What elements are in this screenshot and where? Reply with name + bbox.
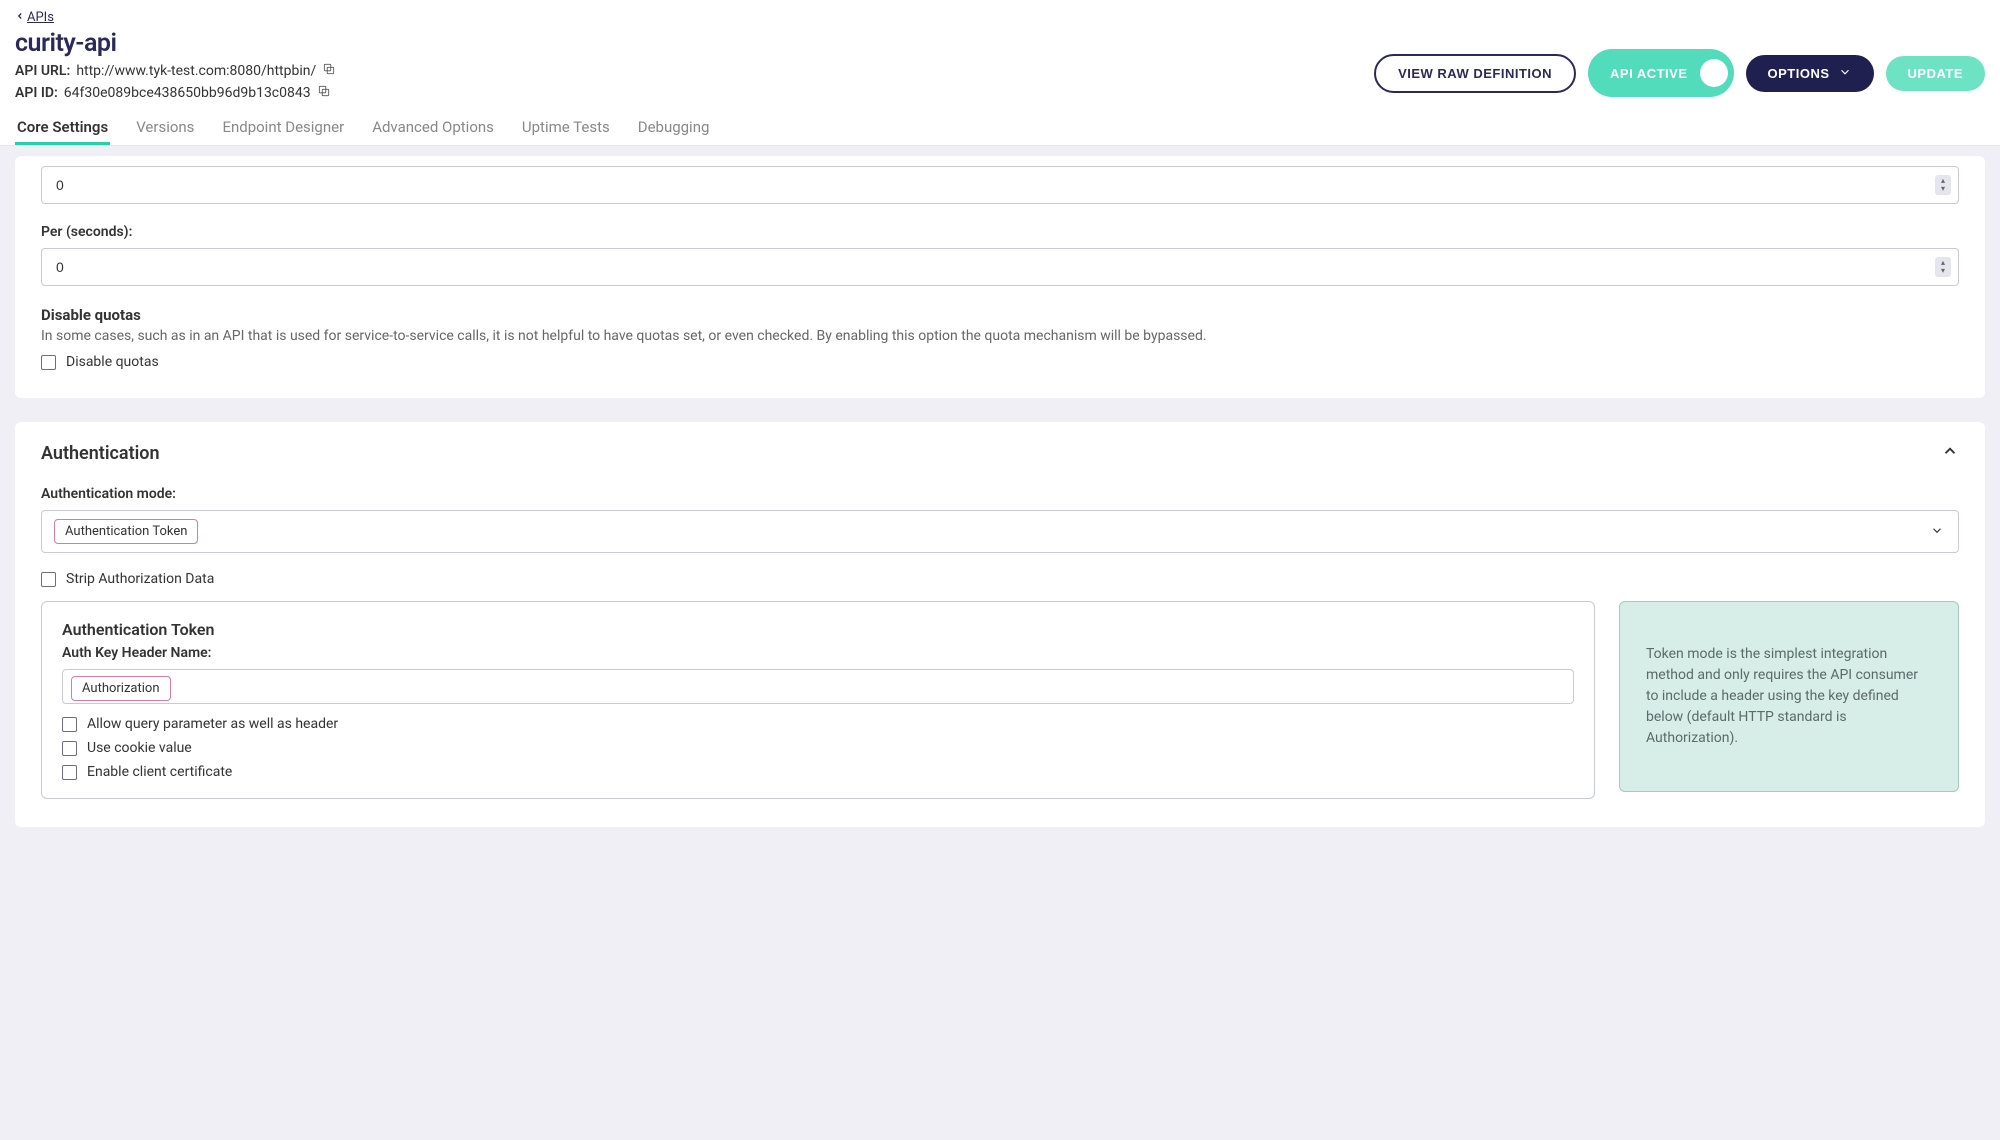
opt-cert-label: Enable client certificate: [87, 764, 232, 780]
copy-icon[interactable]: [317, 84, 331, 102]
auth-mode-chip: Authentication Token: [54, 519, 198, 544]
auth-token-title: Authentication Token: [62, 620, 1574, 639]
opt-cookie-label: Use cookie value: [87, 740, 192, 756]
tab-debugging[interactable]: Debugging: [636, 112, 712, 145]
opt-query-checkbox[interactable]: [62, 717, 77, 732]
tab-core-settings[interactable]: Core Settings: [15, 112, 110, 145]
auth-row: Authentication Token Auth Key Header Nam…: [41, 601, 1959, 799]
opt-query-label: Allow query parameter as well as header: [87, 716, 338, 732]
title-left: curity-api API URL: http://www.tyk-test.…: [15, 29, 1374, 102]
auth-header-input-wrap: Authorization: [62, 669, 1574, 704]
api-active-label: API ACTIVE: [1610, 66, 1687, 81]
auth-card: Authentication Authentication mode: Auth…: [15, 422, 1985, 827]
opt-cert-row[interactable]: Enable client certificate: [62, 764, 1574, 780]
spinner-icon[interactable]: ▴▾: [1935, 257, 1951, 277]
api-id-line: API ID: 64f30e089bce438650bb96d9b13c0843: [15, 84, 1374, 102]
disable-quotas-title: Disable quotas: [41, 306, 1959, 324]
api-url-line: API URL: http://www.tyk-test.com:8080/ht…: [15, 62, 1374, 80]
opt-cookie-checkbox[interactable]: [62, 741, 77, 756]
chevron-down-icon: [1838, 65, 1852, 82]
disable-quotas-checkbox-label: Disable quotas: [66, 354, 159, 370]
strip-auth-row[interactable]: Strip Authorization Data: [41, 571, 1959, 587]
opt-cookie-row[interactable]: Use cookie value: [62, 740, 1574, 756]
opt-cert-checkbox[interactable]: [62, 765, 77, 780]
rate-input-2[interactable]: [41, 248, 1959, 286]
chevron-left-icon: [15, 10, 25, 25]
auth-token-box: Authentication Token Auth Key Header Nam…: [41, 601, 1595, 799]
tabs: Core Settings Versions Endpoint Designer…: [15, 112, 1985, 145]
breadcrumb-back[interactable]: APIs: [15, 10, 1985, 25]
copy-icon[interactable]: [322, 62, 336, 80]
toggle-knob: [1700, 59, 1728, 87]
auth-mode-label: Authentication mode:: [41, 486, 1959, 502]
rate-input-1[interactable]: [41, 166, 1959, 204]
rate-card: ▴▾ Per (seconds): ▴▾ Disable quotas In s…: [15, 156, 1985, 398]
auth-panel-title: Authentication: [41, 443, 160, 464]
auth-info-box: Token mode is the simplest integration m…: [1619, 601, 1959, 792]
api-id-label: API ID:: [15, 85, 58, 101]
tab-uptime-tests[interactable]: Uptime Tests: [520, 112, 612, 145]
api-title: curity-api: [15, 29, 1374, 58]
strip-auth-checkbox[interactable]: [41, 572, 56, 587]
rate-input-1-wrap: ▴▾: [41, 166, 1959, 204]
auth-panel-head[interactable]: Authentication: [41, 442, 1959, 464]
rate-input-2-wrap: ▴▾: [41, 248, 1959, 286]
options-button[interactable]: OPTIONS: [1746, 55, 1874, 92]
tab-advanced-options[interactable]: Advanced Options: [370, 112, 496, 145]
spinner-icon[interactable]: ▴▾: [1935, 175, 1951, 195]
per-seconds-label: Per (seconds):: [41, 224, 1959, 240]
tab-endpoint-designer[interactable]: Endpoint Designer: [220, 112, 346, 145]
auth-header-chip[interactable]: Authorization: [71, 676, 171, 701]
title-row: curity-api API URL: http://www.tyk-test.…: [15, 29, 1985, 102]
options-label: OPTIONS: [1768, 66, 1830, 81]
view-raw-button[interactable]: VIEW RAW DEFINITION: [1374, 54, 1576, 93]
api-active-toggle[interactable]: API ACTIVE: [1588, 49, 1733, 97]
api-url-value: http://www.tyk-test.com:8080/httpbin/: [76, 63, 316, 79]
auth-header-label: Auth Key Header Name:: [62, 645, 1574, 661]
breadcrumb-label: APIs: [27, 10, 54, 25]
chevron-down-icon: [1930, 522, 1944, 541]
strip-auth-label: Strip Authorization Data: [66, 571, 214, 587]
api-url-label: API URL:: [15, 63, 70, 79]
chevron-up-icon[interactable]: [1941, 442, 1959, 464]
disable-quotas-checkbox-row[interactable]: Disable quotas: [41, 354, 1959, 370]
auth-mode-dropdown[interactable]: Authentication Token: [41, 510, 1959, 553]
header-actions: VIEW RAW DEFINITION API ACTIVE OPTIONS U…: [1374, 29, 1985, 97]
api-id-value: 64f30e089bce438650bb96d9b13c0843: [64, 85, 311, 101]
update-button[interactable]: UPDATE: [1886, 56, 1985, 91]
opt-query-row[interactable]: Allow query parameter as well as header: [62, 716, 1574, 732]
content: ▴▾ Per (seconds): ▴▾ Disable quotas In s…: [0, 146, 2000, 881]
page-header: APIs curity-api API URL: http://www.tyk-…: [0, 0, 2000, 146]
tab-versions[interactable]: Versions: [134, 112, 196, 145]
disable-quotas-checkbox[interactable]: [41, 355, 56, 370]
disable-quotas-desc: In some cases, such as in an API that is…: [41, 328, 1959, 344]
